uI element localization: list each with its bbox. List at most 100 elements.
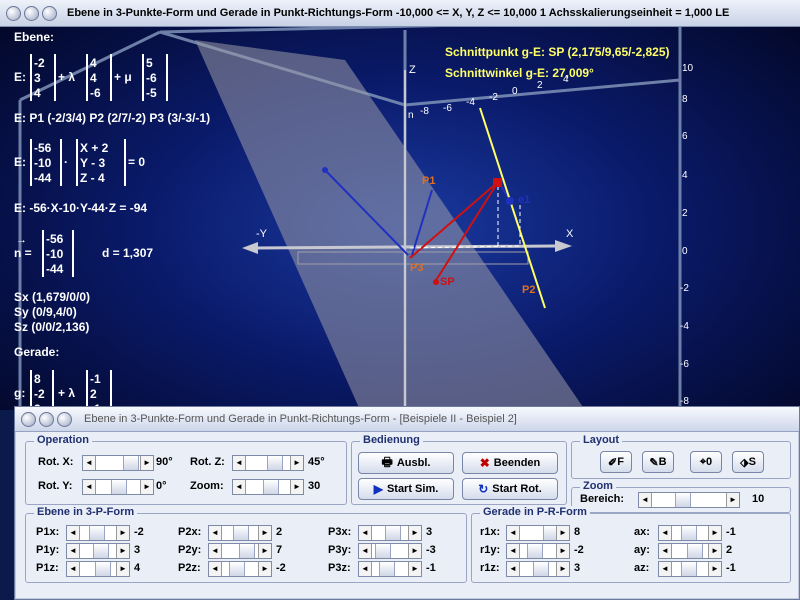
slider-thumb[interactable]: [375, 544, 391, 558]
p2z-slider[interactable]: ◄ ►: [208, 561, 272, 577]
slider-thumb[interactable]: [687, 544, 703, 558]
start-sim-button[interactable]: ▶ Start Sim.: [358, 478, 454, 500]
ausblenden-button[interactable]: 🖶 Ausbl.: [358, 452, 454, 474]
layout-s-button[interactable]: ⬗ S: [732, 451, 764, 473]
chevron-left-icon[interactable]: ◄: [639, 493, 652, 507]
chevron-right-icon[interactable]: ►: [140, 456, 153, 470]
chevron-left-icon[interactable]: ◄: [659, 526, 672, 540]
p2y-slider[interactable]: ◄ ►: [208, 543, 272, 559]
maximize-icon[interactable]: [42, 5, 57, 21]
chevron-right-icon[interactable]: ►: [140, 480, 153, 494]
p3y-slider[interactable]: ◄ ►: [358, 543, 422, 559]
vector1-tip: [322, 167, 328, 173]
chevron-right-icon[interactable]: ►: [556, 526, 569, 540]
rot-z-slider[interactable]: ◄ ►: [232, 455, 304, 471]
slider-thumb[interactable]: [681, 562, 697, 576]
start-rot-button[interactable]: ↻ Start Rot.: [462, 478, 558, 500]
minimize-icon[interactable]: [39, 411, 54, 427]
slider-thumb[interactable]: [229, 562, 245, 576]
chevron-left-icon[interactable]: ◄: [359, 526, 372, 540]
chevron-left-icon[interactable]: ◄: [233, 456, 246, 470]
zoom-slider[interactable]: ◄ ►: [232, 479, 304, 495]
close-icon[interactable]: [6, 5, 21, 21]
close-icon[interactable]: [21, 411, 36, 427]
chevron-left-icon[interactable]: ◄: [209, 562, 222, 576]
chevron-right-icon[interactable]: ►: [556, 544, 569, 558]
r1z-slider[interactable]: ◄ ►: [506, 561, 570, 577]
slider-thumb[interactable]: [95, 562, 111, 576]
slider-thumb[interactable]: [93, 544, 109, 558]
chevron-left-icon[interactable]: ◄: [359, 562, 372, 576]
chevron-right-icon[interactable]: ►: [116, 526, 129, 540]
chevron-left-icon[interactable]: ◄: [67, 544, 80, 558]
chevron-right-icon[interactable]: ►: [556, 562, 569, 576]
p3x-slider[interactable]: ◄ ►: [358, 525, 422, 541]
chevron-left-icon[interactable]: ◄: [659, 544, 672, 558]
r1x-slider[interactable]: ◄ ►: [506, 525, 570, 541]
layout-f-button[interactable]: ✐ F: [600, 451, 632, 473]
chevron-right-icon[interactable]: ►: [708, 562, 721, 576]
chevron-left-icon[interactable]: ◄: [507, 544, 520, 558]
slider-thumb[interactable]: [267, 456, 283, 470]
slider-thumb[interactable]: [385, 526, 401, 540]
p2y-value: 7: [276, 544, 283, 556]
minimize-icon[interactable]: [24, 5, 39, 21]
layout-0-button[interactable]: ⌖ 0: [690, 451, 722, 473]
chevron-left-icon[interactable]: ◄: [209, 526, 222, 540]
slider-thumb[interactable]: [681, 526, 697, 540]
chevron-right-icon[interactable]: ►: [290, 480, 303, 494]
chevron-right-icon[interactable]: ►: [408, 526, 421, 540]
p1x-slider[interactable]: ◄ ►: [66, 525, 130, 541]
r1y-slider[interactable]: ◄ ►: [506, 543, 570, 559]
chevron-left-icon[interactable]: ◄: [359, 544, 372, 558]
maximize-icon[interactable]: [57, 411, 72, 427]
slider-thumb[interactable]: [527, 544, 543, 558]
chevron-left-icon[interactable]: ◄: [233, 480, 246, 494]
slider-thumb[interactable]: [233, 526, 249, 540]
chevron-left-icon[interactable]: ◄: [67, 526, 80, 540]
chevron-left-icon[interactable]: ◄: [507, 526, 520, 540]
sz-point: Sz (0/0/2,136): [14, 320, 90, 334]
chevron-right-icon[interactable]: ►: [258, 562, 271, 576]
beenden-button[interactable]: ✖ Beenden: [462, 452, 558, 474]
chevron-right-icon[interactable]: ►: [708, 544, 721, 558]
chevron-right-icon[interactable]: ►: [116, 562, 129, 576]
slider-thumb[interactable]: [123, 456, 139, 470]
chevron-left-icon[interactable]: ◄: [659, 562, 672, 576]
slider-thumb[interactable]: [239, 544, 255, 558]
chevron-right-icon[interactable]: ►: [408, 562, 421, 576]
intersection-point-marker: [493, 178, 502, 187]
layout-b-button[interactable]: ✎ B: [642, 451, 674, 473]
ax-slider[interactable]: ◄ ►: [658, 525, 722, 541]
slider-thumb[interactable]: [675, 493, 691, 507]
p1z-slider[interactable]: ◄ ►: [66, 561, 130, 577]
chevron-right-icon[interactable]: ►: [290, 456, 303, 470]
rot-y-slider[interactable]: ◄ ►: [82, 479, 154, 495]
rot-x-slider[interactable]: ◄ ►: [82, 455, 154, 471]
p2x-slider[interactable]: ◄ ►: [208, 525, 272, 541]
slider-thumb[interactable]: [379, 562, 395, 576]
slider-thumb[interactable]: [89, 526, 105, 540]
chevron-right-icon[interactable]: ►: [708, 526, 721, 540]
chevron-left-icon[interactable]: ◄: [67, 562, 80, 576]
brush-icon: ✎: [649, 456, 659, 469]
ay-slider[interactable]: ◄ ►: [658, 543, 722, 559]
chevron-right-icon[interactable]: ►: [726, 493, 739, 507]
chevron-right-icon[interactable]: ►: [408, 544, 421, 558]
chevron-left-icon[interactable]: ◄: [83, 456, 96, 470]
az-slider[interactable]: ◄ ►: [658, 561, 722, 577]
slider-thumb[interactable]: [533, 562, 549, 576]
p3z-slider[interactable]: ◄ ►: [358, 561, 422, 577]
chevron-right-icon[interactable]: ►: [116, 544, 129, 558]
chevron-left-icon[interactable]: ◄: [507, 562, 520, 576]
chevron-right-icon[interactable]: ►: [258, 544, 271, 558]
schnittpunkt-text: Schnittpunkt g-E: SP (2,175/9,65/-2,825): [445, 45, 670, 59]
bereich-slider[interactable]: ◄ ►: [638, 492, 740, 508]
p1y-slider[interactable]: ◄ ►: [66, 543, 130, 559]
slider-thumb[interactable]: [263, 480, 279, 494]
slider-thumb[interactable]: [111, 480, 127, 494]
chevron-left-icon[interactable]: ◄: [209, 544, 222, 558]
chevron-left-icon[interactable]: ◄: [83, 480, 96, 494]
chevron-right-icon[interactable]: ►: [258, 526, 271, 540]
3d-viewport[interactable]: Ebene in 3-Punkte-Form und Gerade in Pun…: [0, 0, 800, 410]
